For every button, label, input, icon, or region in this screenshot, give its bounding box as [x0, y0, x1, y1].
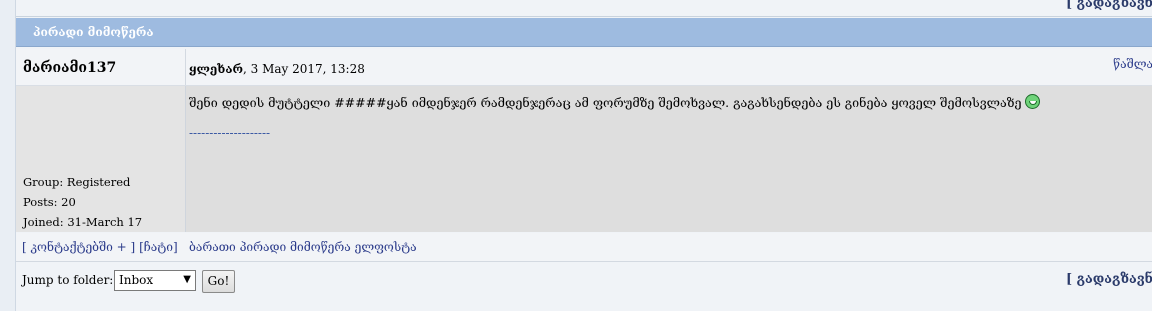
post-header-row: მარიამი137 ყლეხარ, 3 May 2017, 13:28 წაშ…: [16, 49, 1152, 86]
page-title: პირადი მიმოწერა: [33, 25, 154, 39]
profile-posts: Posts: 20: [23, 195, 76, 209]
message-panel: [ გადაგზავნ პირადი მიმოწერა მარიამი137 ყ…: [15, 0, 1152, 311]
post-body-row: Group: Registered Posts: 20 Joined: 31-M…: [16, 86, 1152, 232]
post-actions-row: [ კონტაქტებში + ] [ჩატი] ბარათი პირადი მ…: [16, 233, 1152, 262]
contact-actions: [ კონტაქტებში + ] [ჩატი]: [22, 240, 178, 254]
folder-row: Jump to folder: Inbox ▼ Go! [ გადაგზავნ: [16, 263, 1152, 297]
delete-link[interactable]: წაშლა: [1113, 57, 1152, 71]
chevron-down-icon: ▼: [183, 274, 191, 285]
forward-link[interactable]: [ გადაგზავნ: [1066, 272, 1152, 287]
add-to-contacts-link[interactable]: [ კონტაქტებში + ]: [22, 240, 135, 254]
jump-to-folder-label: Jump to folder:: [22, 273, 114, 287]
folder-select[interactable]: Inbox ▼: [114, 270, 196, 291]
message-text: შენი დედის მუტტელი #####ყან იმდენჯერ რამ…: [189, 94, 1040, 110]
top-strip: [ გადაგზავნ: [16, 0, 1152, 17]
folder-select-value: Inbox: [119, 273, 154, 287]
top-forward-link[interactable]: [ გადაგზავნ: [1066, 0, 1152, 11]
left-gutter: [0, 0, 15, 311]
post-author[interactable]: მარიამი137: [23, 60, 116, 76]
author-profile-cell: Group: Registered Posts: 20 Joined: 31-M…: [16, 86, 186, 232]
profile-group: Group: Registered: [23, 175, 131, 189]
post-subject: ყლეხარ, 3 May 2017, 13:28: [189, 62, 365, 76]
subject-label: ყლეხარ: [189, 62, 243, 76]
go-button[interactable]: Go!: [202, 270, 235, 293]
author-profile: Group: Registered Posts: 20 Joined: 31-M…: [23, 172, 142, 232]
message-actions[interactable]: ბარათი პირადი მიმოწერა ელფოსტა: [189, 240, 417, 254]
post-date: , 3 May 2017, 13:28: [242, 62, 365, 76]
smiley-icon: [1024, 94, 1040, 109]
column-divider: [185, 49, 186, 85]
profile-joined: Joined: 31-March 17: [23, 215, 143, 229]
section-title-bar: პირადი მიმოწერა: [16, 18, 1152, 47]
chat-link[interactable]: [ჩატი]: [139, 240, 178, 254]
message-content: შენი დედის მუტტელი #####ყან იმდენჯერ რამ…: [189, 95, 1022, 110]
message-cell: შენი დედის მუტტელი #####ყან იმდენჯერ რამ…: [186, 86, 1152, 232]
signature-line: --------------------: [189, 126, 271, 140]
